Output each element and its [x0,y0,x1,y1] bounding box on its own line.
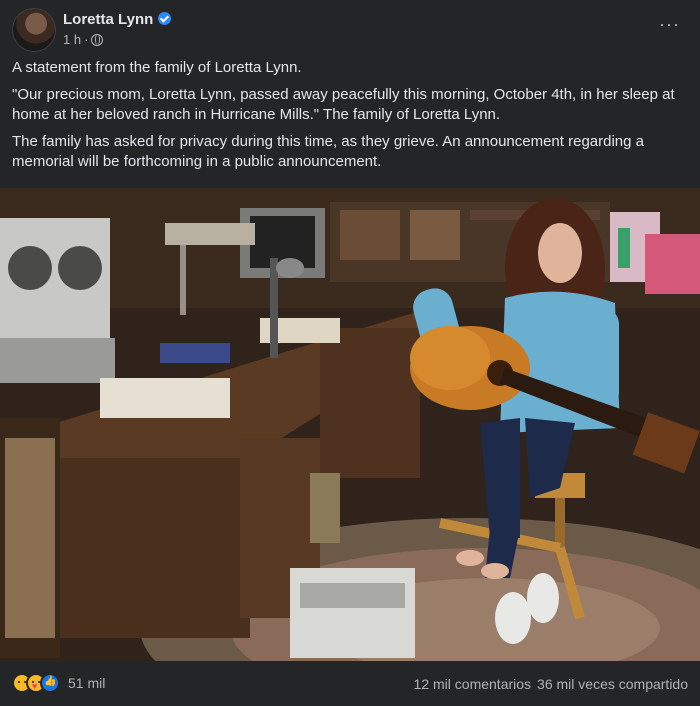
post-footer: 51 mil 12 mil comentarios 36 mil veces c… [12,672,688,696]
post-photo[interactable] [0,188,700,661]
post-stats: 12 mil comentarios 36 mil veces comparti… [414,676,688,692]
verified-badge-icon [158,12,172,25]
post-time[interactable]: 1 h [63,32,81,47]
comments-count[interactable]: 12 mil comentarios [414,676,532,692]
more-options-button[interactable]: ··· [659,14,680,35]
author-avatar[interactable] [12,8,56,52]
shares-count[interactable]: 36 mil veces compartido [537,676,688,692]
post-text: A statement from the family of Loretta L… [12,58,684,179]
photo-illustration [0,188,700,661]
meta-separator: · [84,32,89,47]
post-meta: 1 h · [63,32,104,47]
post-paragraph-1: A statement from the family of Loretta L… [12,59,302,76]
facebook-post: Loretta Lynn 1 h · ··· A statement from … [0,0,700,706]
post-paragraph-2: "Our precious mom, Loretta Lynn, passed … [12,86,675,123]
reactions-summary[interactable]: 51 mil [12,673,105,693]
author-name[interactable]: Loretta Lynn [63,11,172,28]
reaction-count[interactable]: 51 mil [68,675,105,691]
post-header: Loretta Lynn 1 h · ··· [12,8,688,52]
like-reaction-icon [40,673,60,693]
post-paragraph-3: The family has asked for privacy during … [12,133,644,170]
author-name-text[interactable]: Loretta Lynn [63,11,153,28]
globe-icon[interactable] [91,33,104,46]
